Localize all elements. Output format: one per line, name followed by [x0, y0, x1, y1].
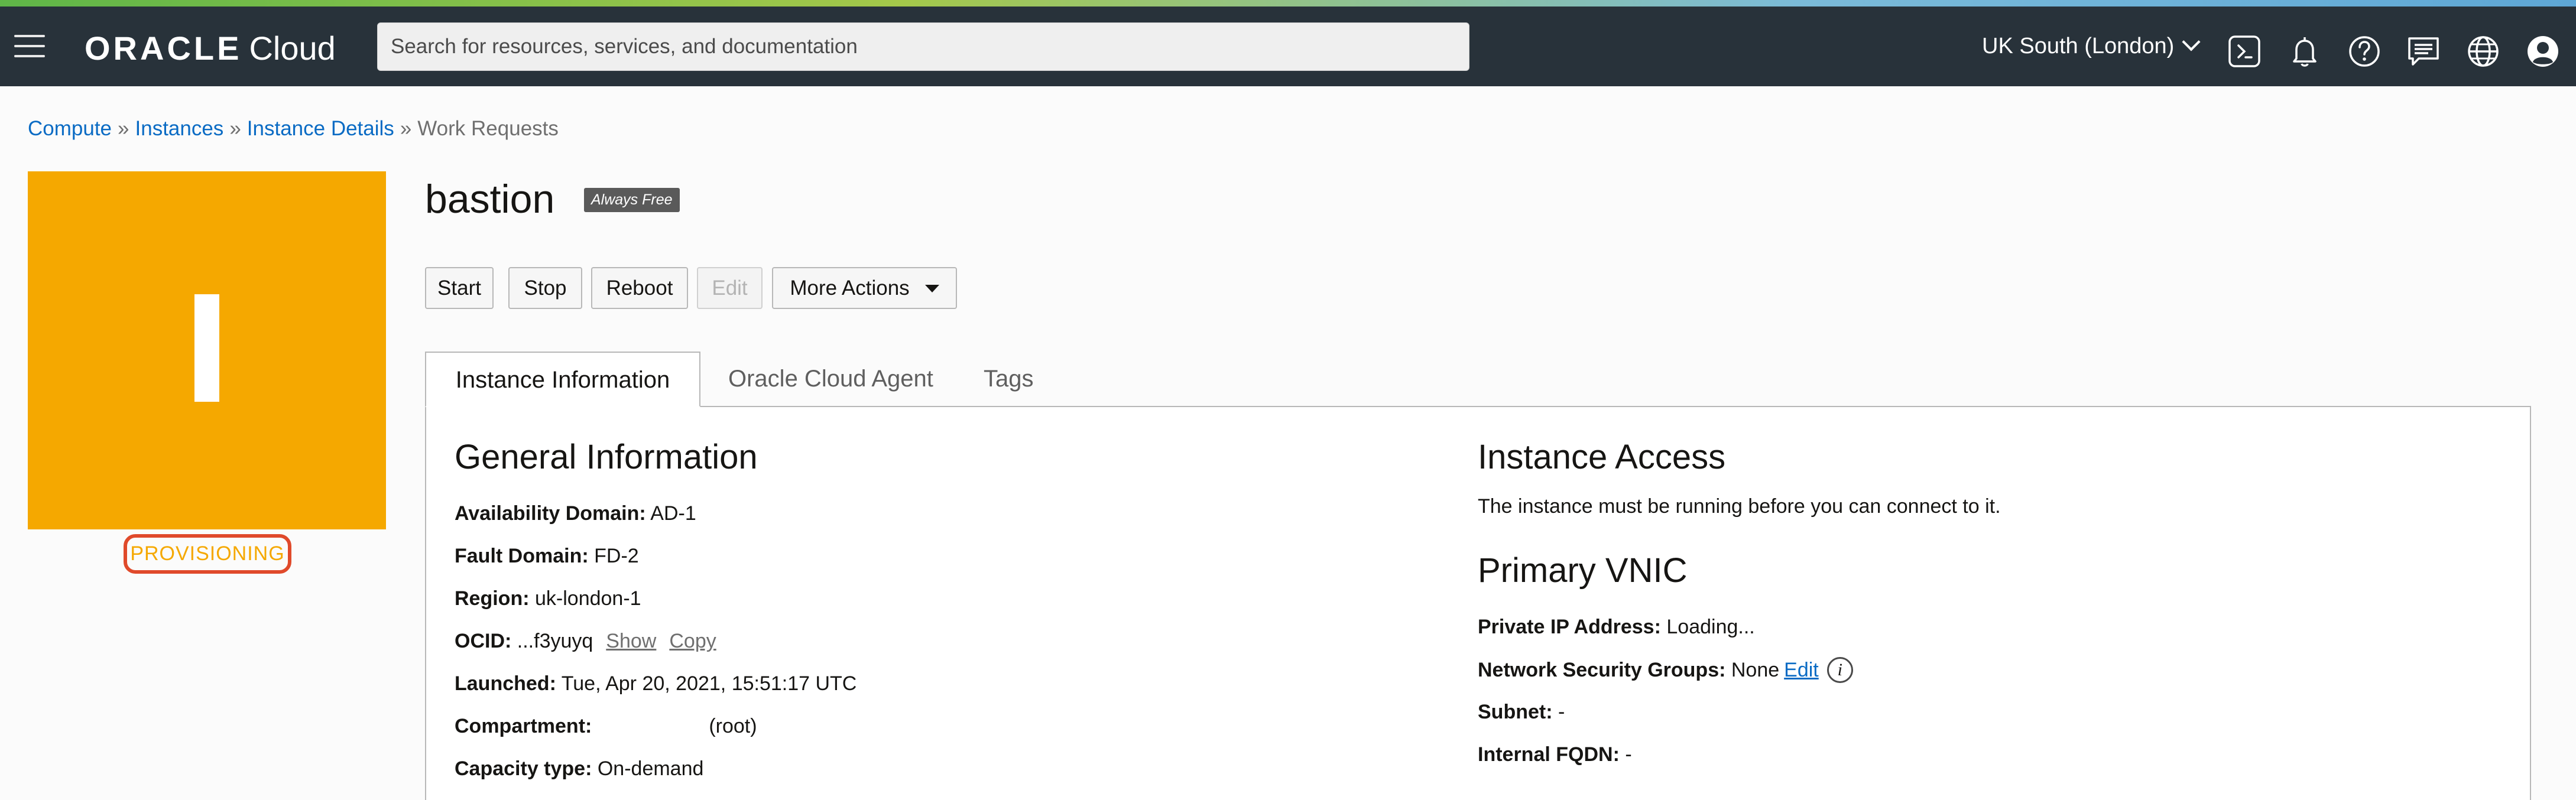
ocid-row: OCID: ...f3yuyq Show Copy: [455, 630, 716, 653]
instance-letter-glyph: [194, 294, 219, 402]
top-accent-bar: [0, 0, 2576, 6]
cloud-shell-icon[interactable]: [2227, 34, 2262, 69]
ocid-show-link[interactable]: Show: [606, 630, 656, 652]
tab-oracle-cloud-agent[interactable]: Oracle Cloud Agent: [728, 352, 933, 407]
internal-fqdn-value: -: [1625, 743, 1632, 766]
primary-vnic-heading: Primary VNIC: [1478, 551, 1688, 590]
fault-domain-label: Fault Domain:: [455, 545, 589, 567]
logo-brand: ORACLE: [85, 30, 242, 67]
chevron-down-icon: [2182, 32, 2201, 51]
availability-domain-value: AD-1: [650, 502, 696, 525]
capacity-type-label: Capacity type:: [455, 757, 592, 780]
fault-domain-row: Fault Domain: FD-2: [455, 545, 639, 568]
chat-icon[interactable]: [2406, 34, 2441, 69]
instance-name-title: bastion: [425, 177, 555, 222]
ocid-label: OCID:: [455, 630, 512, 652]
launched-label: Launched:: [455, 672, 556, 695]
breadcrumb-separator: »: [118, 117, 129, 140]
capacity-type-row: Capacity type: On-demand: [455, 757, 703, 781]
reboot-button[interactable]: Reboot: [591, 267, 688, 309]
ocid-value: ...f3yuyq: [517, 630, 593, 652]
logo-suffix: Cloud: [249, 30, 336, 67]
stop-button[interactable]: Stop: [508, 267, 582, 309]
availability-domain-row: Availability Domain: AD-1: [455, 502, 696, 525]
subnet-value: -: [1558, 701, 1565, 723]
instance-state-label: PROVISIONING: [124, 534, 291, 574]
internal-fqdn-row: Internal FQDN: -: [1478, 743, 1632, 766]
globe-icon[interactable]: [2465, 34, 2501, 69]
breadcrumb-current: Work Requests: [417, 117, 559, 140]
breadcrumb-compute[interactable]: Compute: [28, 117, 112, 140]
region-label: Region:: [455, 587, 530, 610]
subnet-row: Subnet: -: [1478, 701, 1565, 724]
nsg-value: None: [1731, 659, 1780, 681]
availability-domain-label: Availability Domain:: [455, 502, 646, 525]
instance-access-message: The instance must be running before you …: [1478, 495, 2001, 518]
more-actions-button[interactable]: More Actions: [772, 267, 957, 309]
top-navigation-bar: ORACLECloud UK South (London): [0, 6, 2576, 86]
bell-icon[interactable]: [2287, 34, 2322, 69]
more-actions-label: More Actions: [790, 276, 910, 300]
ocid-copy-link[interactable]: Copy: [669, 630, 716, 652]
internal-fqdn-label: Internal FQDN:: [1478, 743, 1620, 766]
info-icon[interactable]: i: [1826, 657, 1853, 683]
nsg-edit-link[interactable]: Edit: [1784, 659, 1819, 681]
private-ip-value: Loading...: [1666, 616, 1755, 638]
capacity-type-value: On-demand: [597, 757, 704, 780]
region-selector[interactable]: UK South (London): [1982, 32, 2201, 59]
general-information-heading: General Information: [455, 438, 758, 476]
breadcrumb-instances[interactable]: Instances: [135, 117, 224, 140]
search-input[interactable]: [377, 22, 1469, 71]
breadcrumb-instance-details[interactable]: Instance Details: [247, 117, 394, 140]
instance-access-heading: Instance Access: [1478, 438, 1726, 476]
caret-down-icon: [924, 284, 939, 292]
instance-state-tile: [28, 171, 386, 529]
private-ip-row: Private IP Address: Loading...: [1478, 616, 1755, 639]
compartment-value: (root): [709, 715, 757, 737]
hamburger-menu-icon[interactable]: [14, 35, 45, 58]
subnet-label: Subnet:: [1478, 701, 1553, 723]
user-avatar-icon[interactable]: [2525, 34, 2561, 69]
compartment-label: Compartment:: [455, 715, 592, 737]
region-value: uk-london-1: [535, 587, 641, 610]
fault-domain-value: FD-2: [594, 545, 639, 567]
network-security-groups-row: Network Security Groups: None Edit i: [1478, 657, 1853, 684]
start-button[interactable]: Start: [425, 267, 494, 309]
breadcrumb-separator: »: [400, 117, 412, 140]
private-ip-label: Private IP Address:: [1478, 616, 1661, 638]
compartment-row: Compartment: (root): [455, 715, 757, 738]
oracle-cloud-logo[interactable]: ORACLE Cloud: [85, 29, 336, 67]
launched-value: Tue, Apr 20, 2021, 15:51:17 UTC: [561, 672, 857, 695]
help-icon[interactable]: [2347, 34, 2382, 69]
breadcrumb-separator: »: [229, 117, 241, 140]
always-free-badge: Always Free: [584, 188, 680, 212]
nsg-label: Network Security Groups:: [1478, 659, 1726, 681]
launched-row: Launched: Tue, Apr 20, 2021, 15:51:17 UT…: [455, 672, 856, 695]
edit-button: Edit: [697, 267, 763, 309]
breadcrumb: Compute» Instances» Instance Details» Work …: [28, 117, 559, 141]
region-row: Region: uk-london-1: [455, 587, 641, 610]
tab-tags[interactable]: Tags: [984, 352, 1034, 407]
region-label: UK South (London): [1982, 34, 2175, 58]
tab-instance-information[interactable]: Instance Information: [425, 352, 700, 407]
